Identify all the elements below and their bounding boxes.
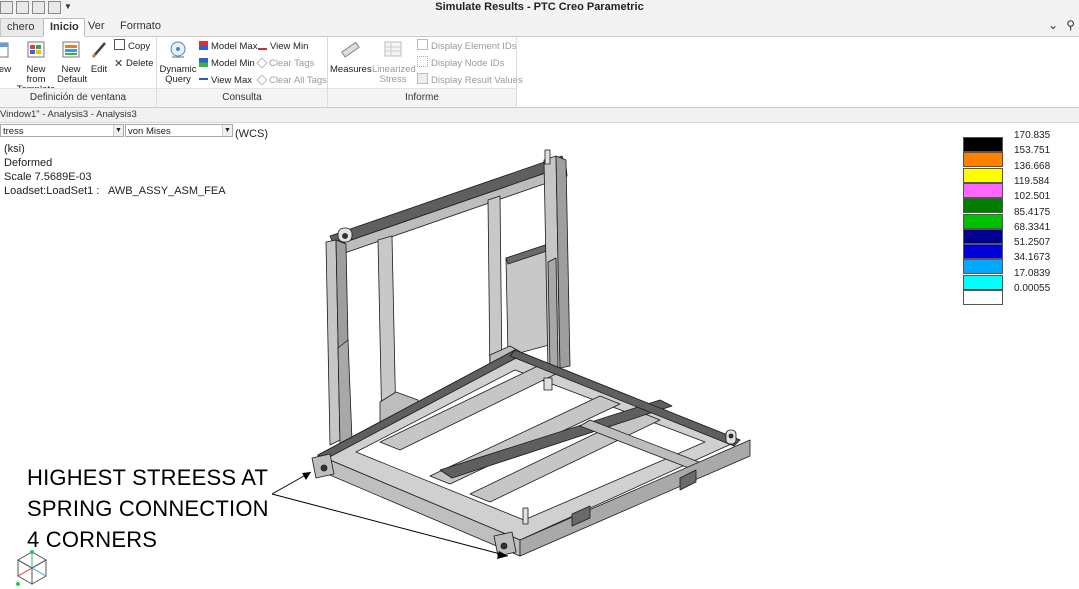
- legend-value: 51.2507: [1014, 237, 1051, 249]
- legend-value: 17.0839: [1014, 267, 1051, 279]
- legend-value: 102.501: [1014, 191, 1051, 203]
- legend-swatch: [963, 167, 1003, 183]
- legend-value: 34.1673: [1014, 252, 1051, 264]
- annotation-line-1: HIGHEST STREESS AT: [27, 465, 269, 490]
- legend-value: 119.584: [1014, 175, 1050, 187]
- legend-swatch: [963, 152, 1003, 168]
- legend-value: 170.835: [1014, 130, 1051, 141]
- legend-swatch: [963, 182, 1003, 198]
- legend-swatch: [963, 244, 1003, 260]
- stress-annotation: HIGHEST STREESS AT SPRING CONNECTION 4 C…: [27, 462, 269, 555]
- legend-swatch: [963, 213, 1003, 229]
- legend-value: 0.00055: [1014, 283, 1051, 294]
- annotation-line-2: SPRING CONNECTION: [27, 496, 269, 521]
- legend-swatch: [963, 137, 1003, 152]
- legend-swatch: [963, 198, 1003, 214]
- legend-value: 85.4175: [1014, 206, 1051, 218]
- legend-value: 68.3341: [1014, 221, 1051, 233]
- frame-model: [311, 149, 751, 557]
- annotation-line-3: 4 CORNERS: [27, 527, 158, 552]
- legend-swatch: [963, 228, 1003, 244]
- coordinate-triad-icon: [16, 550, 48, 586]
- legend-swatch: [963, 290, 1003, 305]
- legend-value: 153.751: [1014, 145, 1051, 157]
- legend-swatch: [963, 259, 1003, 275]
- legend-value: 136.668: [1014, 160, 1051, 172]
- legend-swatch: [963, 274, 1003, 290]
